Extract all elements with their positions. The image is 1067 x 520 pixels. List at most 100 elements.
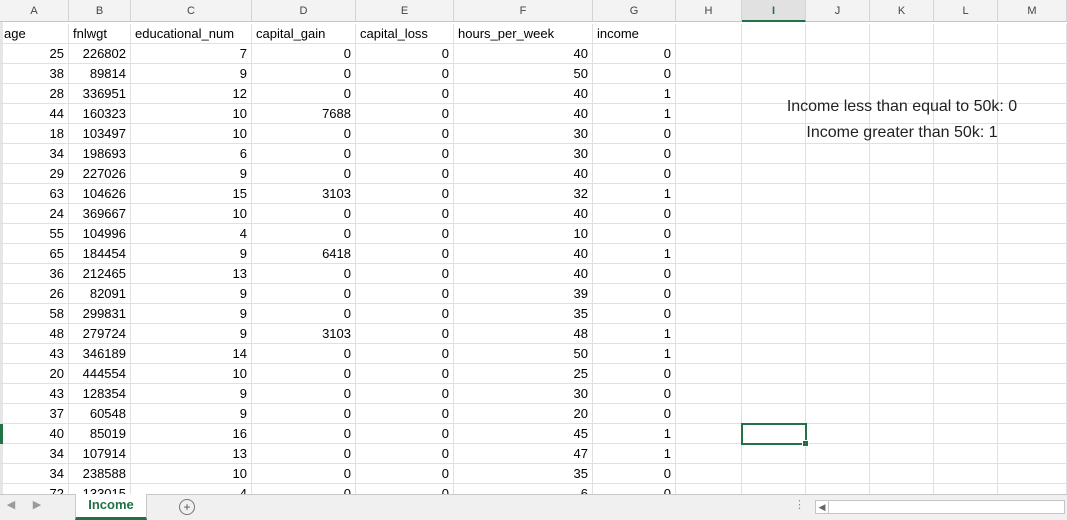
- cell[interactable]: 128354: [69, 384, 131, 404]
- cell[interactable]: 0: [356, 144, 454, 164]
- cell[interactable]: [934, 264, 998, 284]
- cell[interactable]: 444554: [69, 364, 131, 384]
- cell[interactable]: [676, 124, 742, 144]
- cell[interactable]: 10: [131, 124, 252, 144]
- cell[interactable]: [806, 464, 870, 484]
- cell[interactable]: 238588: [69, 464, 131, 484]
- cell[interactable]: [676, 104, 742, 124]
- column-header-m[interactable]: M: [998, 0, 1067, 22]
- cell[interactable]: 0: [356, 404, 454, 424]
- column-header-a[interactable]: A: [0, 0, 69, 22]
- cell[interactable]: [742, 204, 806, 224]
- cell[interactable]: [742, 164, 806, 184]
- cell[interactable]: 48: [0, 324, 69, 344]
- cell[interactable]: [742, 24, 806, 44]
- cell[interactable]: [676, 84, 742, 104]
- cell[interactable]: [998, 484, 1067, 494]
- cell[interactable]: 0: [252, 384, 356, 404]
- cell[interactable]: 0: [593, 64, 676, 84]
- cell[interactable]: [934, 64, 998, 84]
- cell[interactable]: [870, 84, 934, 104]
- cell[interactable]: [806, 44, 870, 64]
- cell[interactable]: 0: [356, 304, 454, 324]
- cell[interactable]: [742, 364, 806, 384]
- cell[interactable]: [742, 44, 806, 64]
- cell[interactable]: 0: [252, 344, 356, 364]
- cell[interactable]: [806, 364, 870, 384]
- cell[interactable]: [806, 484, 870, 494]
- cell[interactable]: [870, 264, 934, 284]
- spreadsheet-grid[interactable]: ABCDEFGHIJKLM age fnlwgt educational_num ca…: [0, 0, 1067, 494]
- cell[interactable]: [998, 424, 1067, 444]
- cell[interactable]: 0: [356, 324, 454, 344]
- cell[interactable]: [742, 144, 806, 164]
- cell[interactable]: 0: [252, 464, 356, 484]
- cell[interactable]: [998, 404, 1067, 424]
- cell[interactable]: [998, 204, 1067, 224]
- cell[interactable]: [742, 184, 806, 204]
- cell[interactable]: 0: [252, 204, 356, 224]
- cell[interactable]: [676, 344, 742, 364]
- cell[interactable]: 65: [0, 244, 69, 264]
- cell[interactable]: [998, 264, 1067, 284]
- cell[interactable]: [806, 104, 870, 124]
- cell[interactable]: [934, 144, 998, 164]
- cell[interactable]: 0: [252, 364, 356, 384]
- cell[interactable]: [934, 484, 998, 494]
- cell[interactable]: 35: [454, 464, 593, 484]
- cell[interactable]: 47: [454, 444, 593, 464]
- cell[interactable]: 30: [454, 144, 593, 164]
- cell[interactable]: [870, 384, 934, 404]
- cell[interactable]: [934, 404, 998, 424]
- cell[interactable]: 336951: [69, 84, 131, 104]
- cell[interactable]: 0: [356, 84, 454, 104]
- cell[interactable]: 3103: [252, 324, 356, 344]
- cell[interactable]: [742, 324, 806, 344]
- cell[interactable]: [934, 444, 998, 464]
- cell[interactable]: [934, 344, 998, 364]
- cell[interactable]: [998, 24, 1067, 44]
- cell[interactable]: 1: [593, 344, 676, 364]
- cell[interactable]: 44: [0, 104, 69, 124]
- cell[interactable]: [934, 424, 998, 444]
- cell[interactable]: [806, 344, 870, 364]
- cell[interactable]: 10: [131, 464, 252, 484]
- cell[interactable]: 0: [252, 44, 356, 64]
- cell[interactable]: [676, 384, 742, 404]
- cell[interactable]: [676, 244, 742, 264]
- cell[interactable]: 72: [0, 484, 69, 494]
- cell[interactable]: 1: [593, 104, 676, 124]
- cell[interactable]: 160323: [69, 104, 131, 124]
- cell[interactable]: [742, 64, 806, 84]
- header-cell-age[interactable]: age: [0, 24, 69, 44]
- cell[interactable]: 18: [0, 124, 69, 144]
- cell[interactable]: 24: [0, 204, 69, 224]
- cell[interactable]: [870, 404, 934, 424]
- cell[interactable]: [676, 364, 742, 384]
- cell[interactable]: 0: [593, 384, 676, 404]
- header-cell-capital_loss[interactable]: capital_loss: [356, 24, 454, 44]
- cell[interactable]: 45: [454, 424, 593, 444]
- cell[interactable]: 40: [454, 204, 593, 224]
- cell[interactable]: 9: [131, 324, 252, 344]
- cell[interactable]: 14: [131, 344, 252, 364]
- cell[interactable]: [806, 444, 870, 464]
- cell[interactable]: 6418: [252, 244, 356, 264]
- cell[interactable]: 0: [356, 104, 454, 124]
- cell[interactable]: 279724: [69, 324, 131, 344]
- cell[interactable]: 0: [356, 444, 454, 464]
- cell[interactable]: 26: [0, 284, 69, 304]
- cell[interactable]: [934, 184, 998, 204]
- scroll-left-icon[interactable]: ◀: [816, 501, 829, 513]
- cell[interactable]: 0: [252, 484, 356, 494]
- cell[interactable]: 0: [356, 484, 454, 494]
- cell[interactable]: [870, 304, 934, 324]
- column-header-i[interactable]: I: [742, 0, 806, 22]
- cell[interactable]: [742, 264, 806, 284]
- cell[interactable]: [870, 184, 934, 204]
- cell[interactable]: [934, 124, 998, 144]
- cell[interactable]: [998, 324, 1067, 344]
- cell[interactable]: [998, 44, 1067, 64]
- cell[interactable]: 43: [0, 384, 69, 404]
- cell[interactable]: 40: [0, 424, 69, 444]
